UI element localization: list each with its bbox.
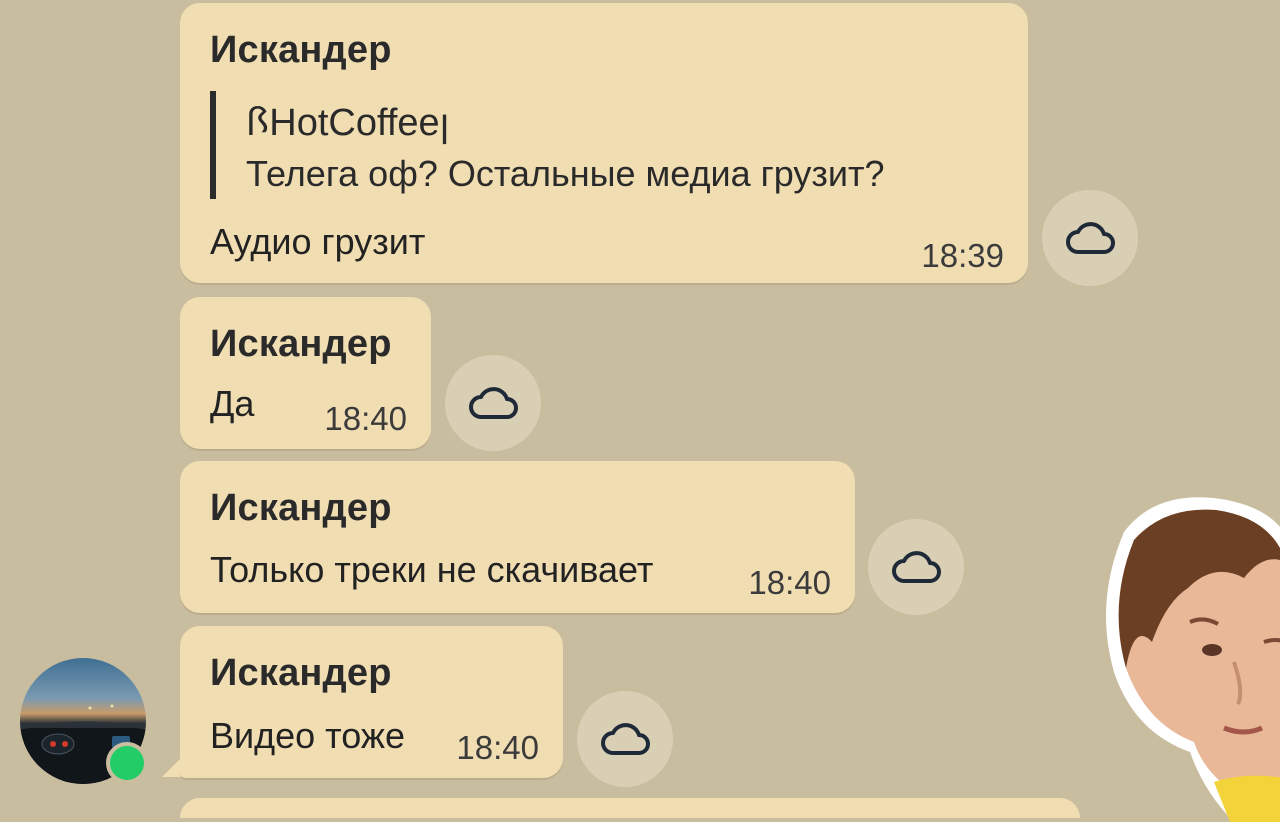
message-time: 18:40 [748,564,831,601]
message-time: 18:40 [324,400,407,437]
message-text: Да [210,383,255,424]
reply-quote[interactable]: ꟗHotCoffeeꞁ Телега оф? Остальные медиа г… [210,91,1000,199]
reply-text: Телега оф? Остальные медиа грузит? [246,153,885,194]
sender-name[interactable]: Искандер [210,29,392,72]
message-bubble[interactable]: Искандер Да 18:40 [180,297,431,449]
sender-name[interactable]: Искандер [210,652,392,695]
cloud-download-button[interactable] [577,691,673,787]
message-time: 18:39 [921,237,1004,274]
cloud-icon [469,387,518,419]
next-message-bubble[interactable] [180,798,1080,818]
message-text: Видео тоже [210,715,405,756]
sticker-image[interactable] [1094,492,1280,822]
message-text: Только треки не скачивает [210,549,654,590]
message-time: 18:40 [456,729,539,766]
cloud-download-button[interactable] [1042,190,1138,286]
reply-sender-name: ꟗHotCoffeeꞁ [246,102,450,144]
message-bubble[interactable]: Искандер Видео тоже 18:40 [180,626,563,778]
cloud-icon [601,723,650,755]
message-text: Аудио грузит [210,221,426,262]
online-status-dot [106,742,148,784]
cloud-download-button[interactable] [868,519,964,615]
cloud-icon [892,551,941,583]
message-bubble[interactable]: Искандер Только треки не скачивает 18:40 [180,461,855,613]
sender-name[interactable]: Искандер [210,323,392,366]
cloud-download-button[interactable] [445,355,541,451]
cloud-icon [1066,222,1115,254]
message-bubble[interactable]: Искандер ꟗHotCoffeeꞁ Телега оф? Остальны… [180,3,1028,283]
sender-name[interactable]: Искандер [210,487,392,530]
